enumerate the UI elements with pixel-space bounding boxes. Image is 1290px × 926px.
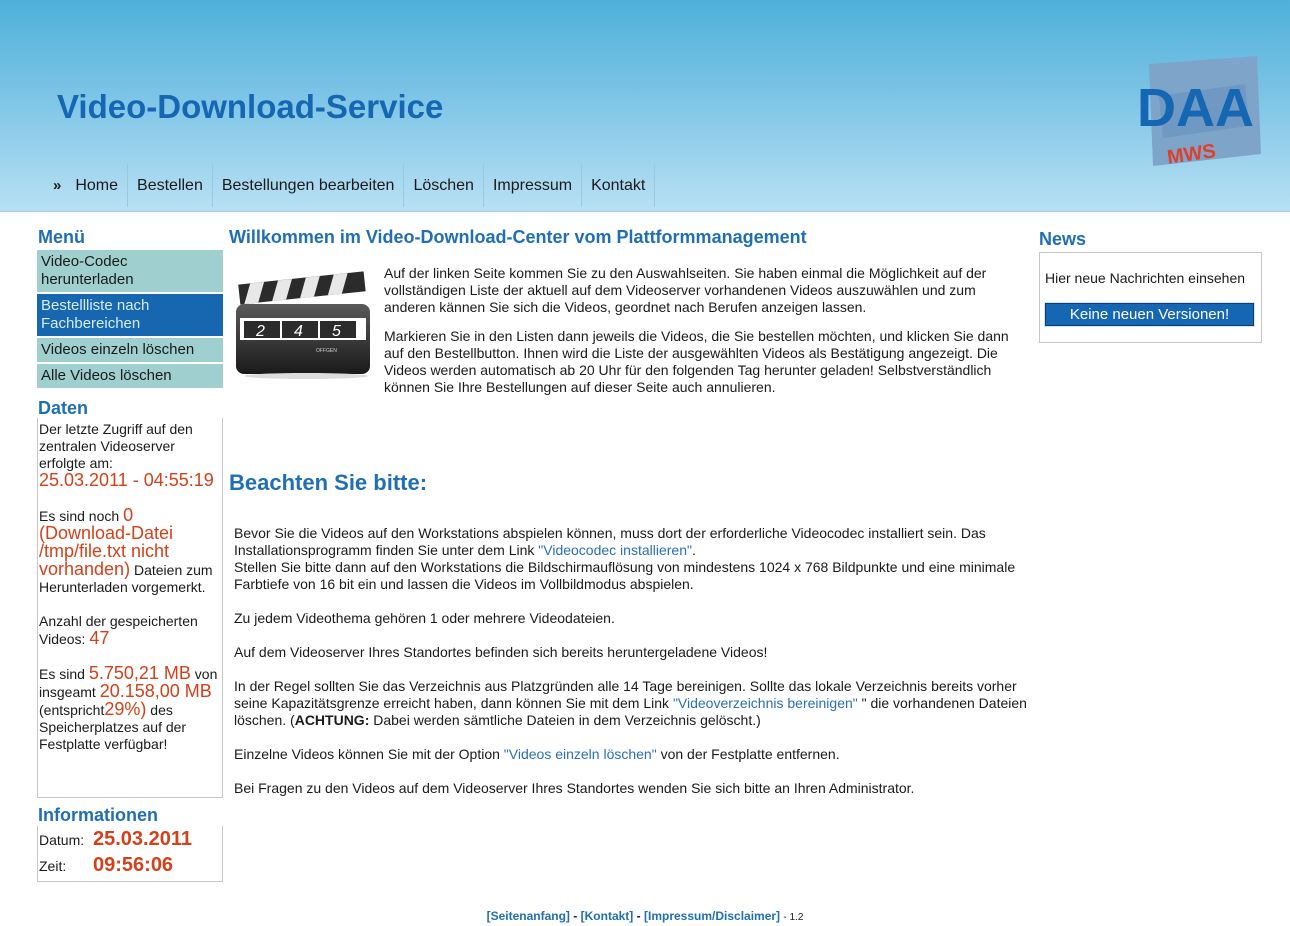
note-heading: Beachten Sie bitte: bbox=[229, 470, 428, 495]
videoverzeichnis-bereinigen-link[interactable]: "Videoverzeichnis bereinigen" bbox=[673, 695, 858, 711]
note-paragraph-downloaded: Auf dem Videoserver Ihres Standortes bef… bbox=[234, 644, 768, 660]
queued-prefix: Es sind noch bbox=[39, 508, 120, 524]
space-total: 20.158,00 MB bbox=[99, 681, 212, 701]
logo-text: DAA bbox=[1137, 78, 1254, 138]
nav-loeschen[interactable]: Löschen bbox=[404, 164, 484, 207]
site-title: Video-Download-Service bbox=[57, 88, 444, 125]
time-row: Zeit: 09:56:06 bbox=[39, 854, 222, 880]
footer: [Seitenanfang] - [Kontakt] - [Impressum/… bbox=[0, 909, 1290, 923]
nav-impressum[interactable]: Impressum bbox=[484, 164, 583, 207]
intro-paragraph-2: Markieren Sie in den Listen dann jeweils… bbox=[384, 328, 1009, 395]
date-value: 25.03.2011 bbox=[93, 828, 192, 850]
welcome-heading: Willkommen im Video-Download-Center vom … bbox=[229, 227, 807, 247]
intro-text: Auf der linken Seite kommen Sie zu den A… bbox=[384, 265, 1024, 408]
note-paragraph-cleanup: In der Regel sollten Sie das Verzeichnis… bbox=[234, 678, 1034, 729]
daten-panel: Der letzte Zugriff auf den zentralen Vid… bbox=[37, 418, 223, 798]
nav-kontakt[interactable]: Kontakt bbox=[582, 164, 656, 207]
main-nav: » Home Bestellen Bestellungen bearbeiten… bbox=[40, 164, 656, 207]
info-panel: Datum: 25.03.2011 Zeit: 09:56:06 bbox=[37, 826, 223, 882]
space-pct: 29%) bbox=[104, 699, 147, 719]
date-row: Datum: 25.03.2011 bbox=[39, 828, 222, 854]
queued-block: Es sind noch 0 (Download-Datei /tmp/file… bbox=[39, 505, 222, 596]
nav-arrow-icon: » bbox=[53, 177, 62, 194]
note-section: Bevor Sie die Videos auf den Workstation… bbox=[234, 525, 1034, 814]
last-access-text: Der letzte Zugriff auf den zentralen Vid… bbox=[39, 421, 193, 471]
news-heading: News bbox=[1039, 229, 1087, 249]
site-header: Video-Download-Service DAA MWS » Home Be… bbox=[0, 0, 1290, 212]
note-paragraph-codec: Bevor Sie die Videos auf den Workstation… bbox=[234, 525, 1034, 593]
clapper-digit-3: 5 bbox=[332, 323, 341, 340]
space-prefix: Es sind bbox=[39, 666, 85, 682]
note-warning-text: Dabei werden sämtliche Dateien in dem Ve… bbox=[373, 712, 761, 728]
clapper-digit-2: 4 bbox=[294, 323, 303, 340]
menu-item-videos-einzeln-loeschen[interactable]: Videos einzeln löschen bbox=[37, 338, 223, 364]
note-delete-text: Einzelne Videos können Sie mit der Optio… bbox=[234, 746, 500, 762]
footer-link-top[interactable]: [Seitenanfang] bbox=[487, 909, 570, 923]
note-codec-dot: . bbox=[691, 542, 696, 558]
time-value: 09:56:06 bbox=[93, 854, 174, 876]
intro-paragraph-1: Auf der linken Seite kommen Sie zu den A… bbox=[384, 265, 987, 315]
info-heading: Informationen bbox=[38, 805, 158, 825]
menu-item-video-codec[interactable]: Video-Codec herunterladen bbox=[37, 250, 223, 294]
stored-block: Anzahl der gespeicherten Videos: 47 bbox=[39, 613, 222, 648]
stored-prefix: Anzahl der gespeicherten Videos: bbox=[39, 613, 198, 647]
date-label: Datum: bbox=[39, 832, 85, 848]
time-label: Zeit: bbox=[39, 858, 67, 874]
videos-einzeln-loeschen-link[interactable]: "Videos einzeln löschen" bbox=[504, 746, 657, 762]
news-panel: Hier neue Nachrichten einsehen Keine neu… bbox=[1039, 252, 1262, 343]
nav-home[interactable]: Home bbox=[75, 164, 129, 207]
footer-link-imprint[interactable]: [Impressum/Disclaimer] bbox=[644, 909, 780, 923]
note-paragraph-delete-single: Einzelne Videos können Sie mit der Optio… bbox=[234, 746, 1034, 763]
news-link[interactable]: Hier neue Nachrichten einsehen bbox=[1045, 270, 1261, 286]
nav-bestellungen-bearbeiten[interactable]: Bestellungen bearbeiten bbox=[213, 164, 405, 207]
note-delete-text-2: von der Festplatte entfernen. bbox=[660, 746, 840, 762]
footer-separator: - bbox=[573, 909, 578, 923]
space-pct-prefix: (entspricht bbox=[39, 702, 105, 718]
note-paragraph-admin: Bei Fragen zu den Videos auf dem Videose… bbox=[234, 780, 915, 796]
clapperboard-icon: 2 4 5 OFFGEN bbox=[236, 271, 370, 379]
clapper-digit-1: 2 bbox=[255, 323, 265, 340]
footer-version: - 1.2 bbox=[783, 912, 804, 923]
daten-heading: Daten bbox=[38, 398, 89, 418]
note-paragraph-topics: Zu jedem Videothema gehören 1 oder mehre… bbox=[234, 610, 615, 626]
note-resolution-text: Stellen Sie bitte dann auf den Workstati… bbox=[234, 559, 1016, 592]
queued-count: 0 bbox=[123, 505, 134, 525]
stored-count: 47 bbox=[89, 628, 110, 648]
menu-item-bestellliste[interactable]: Bestellliste nach Fachbereichen bbox=[37, 294, 223, 338]
space-block: Es sind 5.750,21 MB von insgeamt 20.158,… bbox=[39, 663, 222, 753]
footer-separator: - bbox=[636, 909, 641, 923]
note-warning-label: ACHTUNG: bbox=[294, 712, 370, 728]
nav-bestellen[interactable]: Bestellen bbox=[128, 164, 213, 207]
last-access-value: 25.03.2011 - 04:55:19 bbox=[39, 470, 214, 490]
daa-logo: DAA MWS bbox=[1137, 56, 1261, 166]
videocodec-install-link[interactable]: "Videocodec installieren" bbox=[538, 542, 692, 558]
menu-item-alle-videos-loeschen[interactable]: Alle Videos löschen bbox=[37, 364, 223, 390]
sidebar-menu: Video-Codec herunterladen Bestellliste n… bbox=[37, 250, 223, 390]
footer-link-contact[interactable]: [Kontakt] bbox=[581, 909, 634, 923]
last-access-block: Der letzte Zugriff auf den zentralen Vid… bbox=[39, 421, 222, 490]
menu-heading: Menü bbox=[38, 227, 85, 247]
space-free: 5.750,21 MB bbox=[88, 663, 191, 683]
clapper-small-text: OFFGEN bbox=[316, 348, 337, 354]
no-new-versions-button[interactable]: Keine neuen Versionen! bbox=[1044, 302, 1255, 327]
